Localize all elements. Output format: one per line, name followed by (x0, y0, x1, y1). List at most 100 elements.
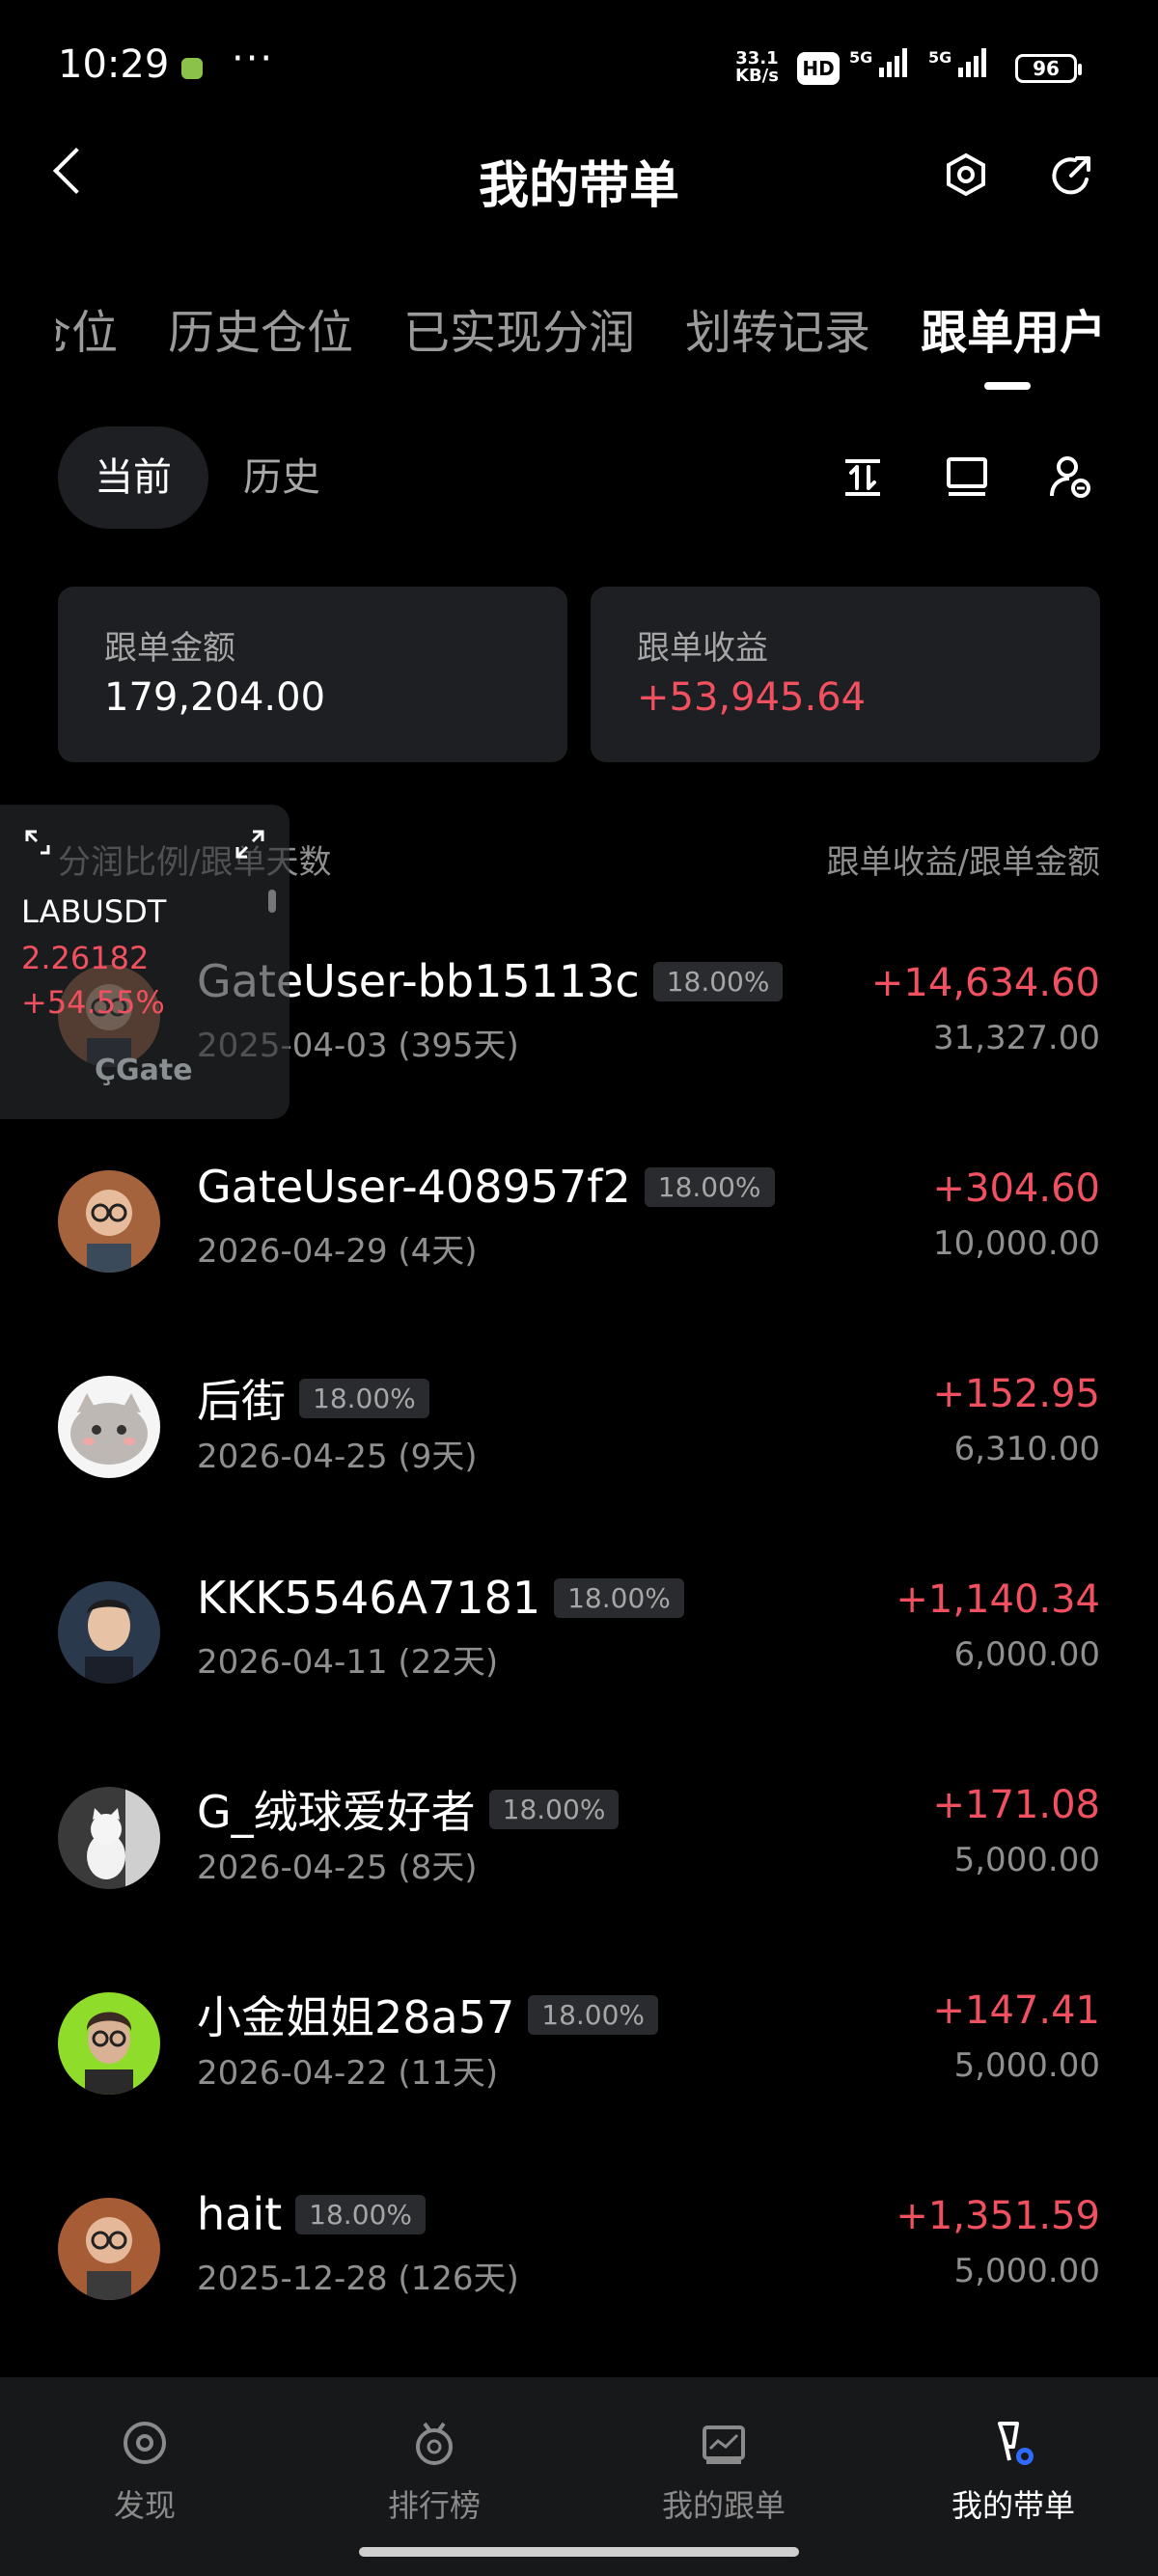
nav-label: 发现 (113, 2487, 176, 2524)
my-copy-icon (703, 2425, 745, 2464)
nav-label: 我的跟单 (661, 2487, 786, 2524)
follower-name: 后街 18.00% (197, 1366, 429, 1430)
copy-profit-value: +53,945.64 (637, 675, 867, 720)
floating-price-widget[interactable]: LABUSDT 2.26182 +54.55% ÇGate (0, 805, 290, 1119)
follower-name: G_绒球爱好者 18.00% (197, 1777, 620, 1841)
tab-active-indicator (984, 382, 1031, 390)
nav-leaderboard[interactable]: 排行榜 (318, 2418, 550, 2526)
wechat-notification-icon (181, 58, 203, 79)
follow-date: 2026-04-29 (4天) (197, 1232, 478, 1271)
follower-row[interactable]: 后街 18.00% 2026-04-25 (9天) +152.95 6,310.0… (0, 1366, 1158, 1571)
more-notifications-icon: ··· (232, 37, 275, 81)
follower-name: KKK5546A7181 18.00% (197, 1572, 684, 1624)
tab-positions[interactable]: 仓位 (56, 299, 118, 367)
profit-share-badge: 18.00% (528, 1994, 659, 2035)
user-settings-icon[interactable] (1048, 453, 1094, 500)
share-icon[interactable] (1048, 152, 1094, 199)
person-green-bg-icon (58, 1992, 160, 2095)
gate-logo: ÇGate (95, 1054, 193, 1087)
follower-amount: 5,000.00 (953, 1841, 1100, 1879)
avatar (58, 1787, 160, 1889)
nav-discover[interactable]: 发现 (29, 2418, 261, 2526)
tab-bar: 仓位历史仓位已实现分润划转记录跟单用户 (56, 299, 1158, 367)
follower-profit: +152.95 (932, 1372, 1100, 1416)
sort-icon[interactable] (840, 453, 886, 500)
follower-name: 小金姐姐28a57 18.00% (197, 1983, 659, 2046)
profit-share-badge: 18.00% (299, 1378, 429, 1418)
follow-date: 2026-04-22 (11天) (197, 2054, 499, 2093)
follower-amount: 5,000.00 (953, 2252, 1100, 2290)
widget-price: 2.26182 (21, 940, 150, 976)
filter-current-button[interactable]: 当前 (58, 426, 208, 529)
widget-scroll-handle[interactable] (268, 890, 276, 913)
follower-row[interactable]: hait 18.00% 2025-12-28 (126天) +1,351.59 5… (0, 2188, 1158, 2393)
follower-amount: 5,000.00 (953, 2046, 1100, 2085)
follower-profit: +304.60 (932, 1166, 1100, 1211)
avatar (58, 1376, 160, 1478)
avatar (58, 1581, 160, 1684)
avatar (58, 1170, 160, 1273)
network-speed: 33.1 KB/s (735, 48, 779, 86)
follow-date: 2026-04-25 (8天) (197, 1849, 478, 1887)
profit-share-badge: 18.00% (554, 1577, 684, 1618)
copy-amount-value: 179,204.00 (104, 675, 326, 720)
person-smiling-icon (58, 1581, 160, 1684)
hd-icon: HD (797, 52, 840, 85)
follower-profit: +1,140.34 (896, 1577, 1100, 1622)
follower-amount: 6,000.00 (953, 1635, 1100, 1674)
nav-label: 排行榜 (387, 2487, 481, 2524)
list-header-right: 跟单收益/跟单金额 (826, 843, 1100, 882)
leaderboard-icon (416, 2422, 453, 2465)
battery-icon: 96 (1015, 54, 1082, 83)
follower-profit: +1,351.59 (896, 2194, 1100, 2238)
follower-name: hait 18.00% (197, 2188, 426, 2240)
nav-label: 我的带单 (951, 2487, 1075, 2524)
white-cat-icon (58, 1787, 160, 1889)
follower-profit: +171.08 (932, 1783, 1100, 1827)
person-glasses-icon (58, 2198, 160, 2300)
widget-symbol: LABUSDT (21, 893, 167, 930)
copy-amount-card: 跟单金额 179,204.00 (58, 587, 567, 762)
tab-followers[interactable]: 跟单用户 (921, 299, 1106, 367)
follower-row[interactable]: GateUser-408957f2 18.00% 2026-04-29 (4天) … (0, 1161, 1158, 1365)
follower-amount: 10,000.00 (932, 1224, 1100, 1263)
follower-amount: 31,327.00 (932, 1019, 1100, 1057)
filter-history-button[interactable]: 历史 (243, 426, 320, 529)
display-icon[interactable] (944, 453, 990, 500)
signal-2-icon: 5G (928, 48, 987, 77)
discover-icon (124, 2422, 166, 2464)
widget-change: +54.55% (21, 984, 165, 1021)
follow-date: 2026-04-25 (9天) (197, 1438, 478, 1476)
follower-amount: 6,310.00 (953, 1430, 1100, 1468)
follower-row[interactable]: KKK5546A7181 18.00% 2026-04-11 (22天) +1,1… (0, 1572, 1158, 1776)
signal-1-icon: 5G (849, 48, 908, 77)
nav-my-lead[interactable]: 我的带单 (897, 2418, 1129, 2526)
follow-date: 2026-04-11 (22天) (197, 1643, 499, 1682)
profit-share-badge: 18.00% (295, 2194, 426, 2234)
cartoon-cat-icon (58, 1376, 160, 1478)
avatar (58, 2198, 160, 2300)
copy-amount-label: 跟单金额 (104, 629, 235, 668)
follow-date: 2025-12-28 (126天) (197, 2260, 519, 2298)
nav-my-copy[interactable]: 我的跟单 (608, 2418, 840, 2526)
profit-share-badge: 18.00% (652, 961, 784, 1001)
tab-history-positions[interactable]: 历史仓位 (168, 299, 353, 367)
person-glasses-icon (58, 1170, 160, 1273)
tab-transfer-records[interactable]: 划转记录 (685, 299, 870, 367)
copy-profit-card: 跟单收益 +53,945.64 (591, 587, 1100, 762)
tab-realized-profit-share[interactable]: 已实现分润 (403, 299, 635, 367)
profit-share-badge: 18.00% (644, 1166, 775, 1207)
avatar (58, 1992, 160, 2095)
minimize-icon[interactable] (25, 830, 50, 855)
follower-row[interactable]: G_绒球爱好者 18.00% 2026-04-25 (8天) +171.08 5,… (0, 1777, 1158, 1982)
my-lead-icon (998, 2422, 1034, 2465)
settings-hex-icon[interactable] (944, 152, 988, 197)
follower-profit: +147.41 (932, 1988, 1100, 2033)
follower-profit: +14,634.60 (870, 961, 1100, 1005)
expand-icon[interactable] (235, 830, 264, 859)
follower-name: GateUser-408957f2 18.00% (197, 1161, 775, 1213)
follower-row[interactable]: 小金姐姐28a57 18.00% 2026-04-22 (11天) +147.41… (0, 1983, 1158, 2187)
profit-share-badge: 18.00% (488, 1789, 620, 1829)
copy-profit-label: 跟单收益 (637, 629, 768, 668)
home-indicator[interactable] (359, 2547, 799, 2557)
